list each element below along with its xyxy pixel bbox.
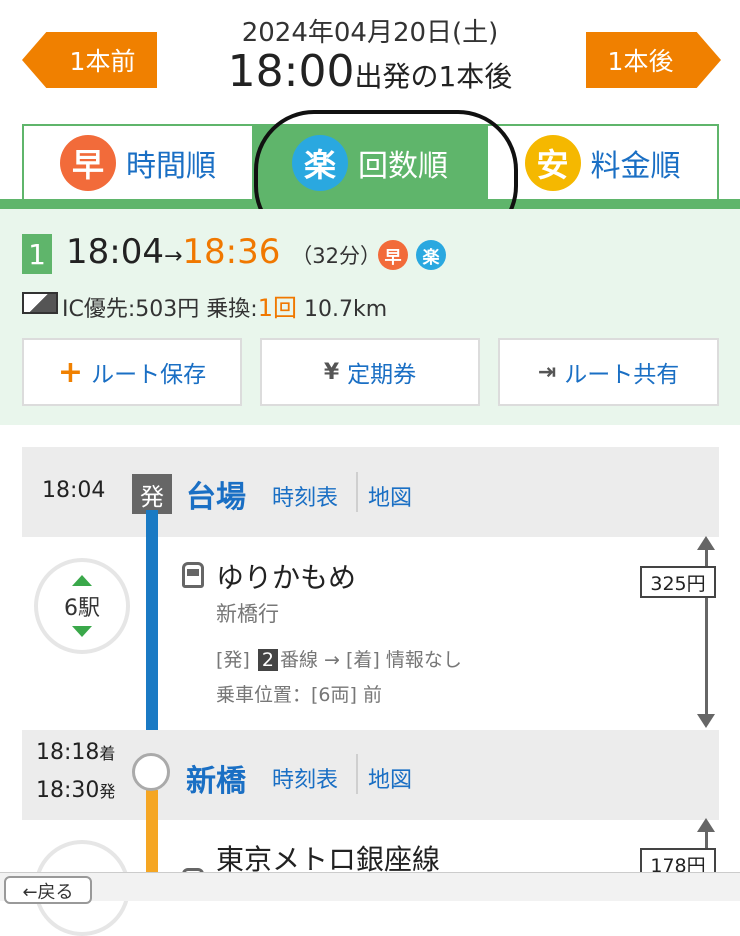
map-link[interactable]: 地図 xyxy=(368,480,412,512)
tabs-underline xyxy=(0,199,740,209)
departure-suffix: 出発の1本後 xyxy=(354,60,513,93)
fast-mini-badge-icon: 早 xyxy=(378,240,408,270)
share-route-button[interactable]: ⇥ ルート共有 xyxy=(498,338,719,406)
link-divider xyxy=(356,754,358,794)
fare-range-top-arrow xyxy=(697,818,715,832)
save-route-button[interactable]: + ルート保存 xyxy=(22,338,242,406)
fare-range-bottom-arrow xyxy=(697,714,715,728)
transfer-count: 1回 xyxy=(257,294,297,322)
fare-summary: IC優先:503円 乗換:1回 10.7km xyxy=(62,288,387,323)
cheap-badge-icon: 安 xyxy=(524,135,581,191)
station-time: 18:04 xyxy=(42,478,106,503)
route-distance: 10.7km xyxy=(303,297,388,322)
bottom-toolbar xyxy=(0,872,740,901)
fare-range-top-arrow xyxy=(697,536,715,550)
line-name: ゆりかもめ xyxy=(216,561,357,594)
share-route-label: ルート共有 xyxy=(564,362,680,388)
transfer-station-marker xyxy=(132,753,170,791)
transfer-label: 乗換: xyxy=(206,297,258,322)
plus-icon: + xyxy=(57,354,84,390)
next-train-button[interactable]: 1本後 xyxy=(586,32,721,88)
timetable-link[interactable]: 時刻表 xyxy=(272,762,338,794)
timetable-link[interactable]: 時刻表 xyxy=(272,480,338,512)
tab-time-order[interactable]: 早 時間順 xyxy=(22,124,254,200)
segment-fare: 325円 xyxy=(640,566,716,598)
ic-fare: IC優先:503円 xyxy=(62,297,200,322)
departure-suffix-2: 発 xyxy=(99,782,116,801)
ic-card-icon xyxy=(22,292,58,314)
tab-transfer-order[interactable]: 楽 回数順 xyxy=(254,124,486,200)
departure-marker: 発 xyxy=(132,474,172,514)
arrival-time: 18:18着 xyxy=(36,740,115,765)
route-arrow: → xyxy=(163,244,183,269)
tab-time-order-label: 時間順 xyxy=(126,149,216,184)
route-duration: （32分） xyxy=(291,244,381,268)
station-name[interactable]: 台場 xyxy=(186,472,246,516)
fast-badge-icon: 早 xyxy=(60,135,116,191)
departure-time: 18:00 xyxy=(227,46,355,97)
train-destination: 新橋行 xyxy=(216,602,279,626)
route-times: 18:04→18:36 （32分） xyxy=(66,232,381,272)
tab-fare-order[interactable]: 安 料金順 xyxy=(486,124,719,200)
car-position: 乗車位置：[6両] 前 xyxy=(216,684,382,706)
share-icon: ⇥ xyxy=(537,359,557,385)
route-number: 1 xyxy=(22,234,52,274)
departure-time-value: 18:30 xyxy=(36,778,100,803)
link-divider xyxy=(356,472,358,512)
platform-prefix: [発] xyxy=(216,649,250,671)
expand-up-icon xyxy=(72,575,92,586)
commuter-pass-button[interactable]: ¥ 定期券 xyxy=(260,338,480,406)
save-route-label: ルート保存 xyxy=(91,362,207,388)
stop-count: 6駅 xyxy=(64,596,100,621)
train-icon xyxy=(182,562,204,588)
route-depart-time: 18:04 xyxy=(66,232,164,272)
map-link[interactable]: 地図 xyxy=(368,762,412,794)
easy-mini-badge-icon: 楽 xyxy=(416,240,446,270)
yen-ticket-icon: ¥ xyxy=(323,359,340,385)
easy-badge-icon: 楽 xyxy=(292,135,348,191)
platform-info: [発] 2 番線 → [着] 情報なし xyxy=(216,645,462,672)
platform-suffix: 番線 → [着] 情報なし xyxy=(279,649,462,671)
expand-down-icon xyxy=(72,626,92,637)
commuter-pass-label: 定期券 xyxy=(347,362,417,388)
previous-train-button[interactable]: 1本前 xyxy=(22,32,157,88)
stop-count-toggle[interactable]: 6駅 xyxy=(34,558,130,654)
arrival-suffix: 着 xyxy=(99,744,116,763)
platform-number: 2 xyxy=(257,649,278,671)
departure-time-2: 18:30発 xyxy=(36,778,115,803)
arrival-time-value: 18:18 xyxy=(36,740,100,765)
tab-fare-order-label: 料金順 xyxy=(590,149,681,184)
route-arrive-time: 18:36 xyxy=(182,232,281,272)
tab-transfer-order-label: 回数順 xyxy=(358,149,448,184)
station-name[interactable]: 新橋 xyxy=(186,756,246,800)
